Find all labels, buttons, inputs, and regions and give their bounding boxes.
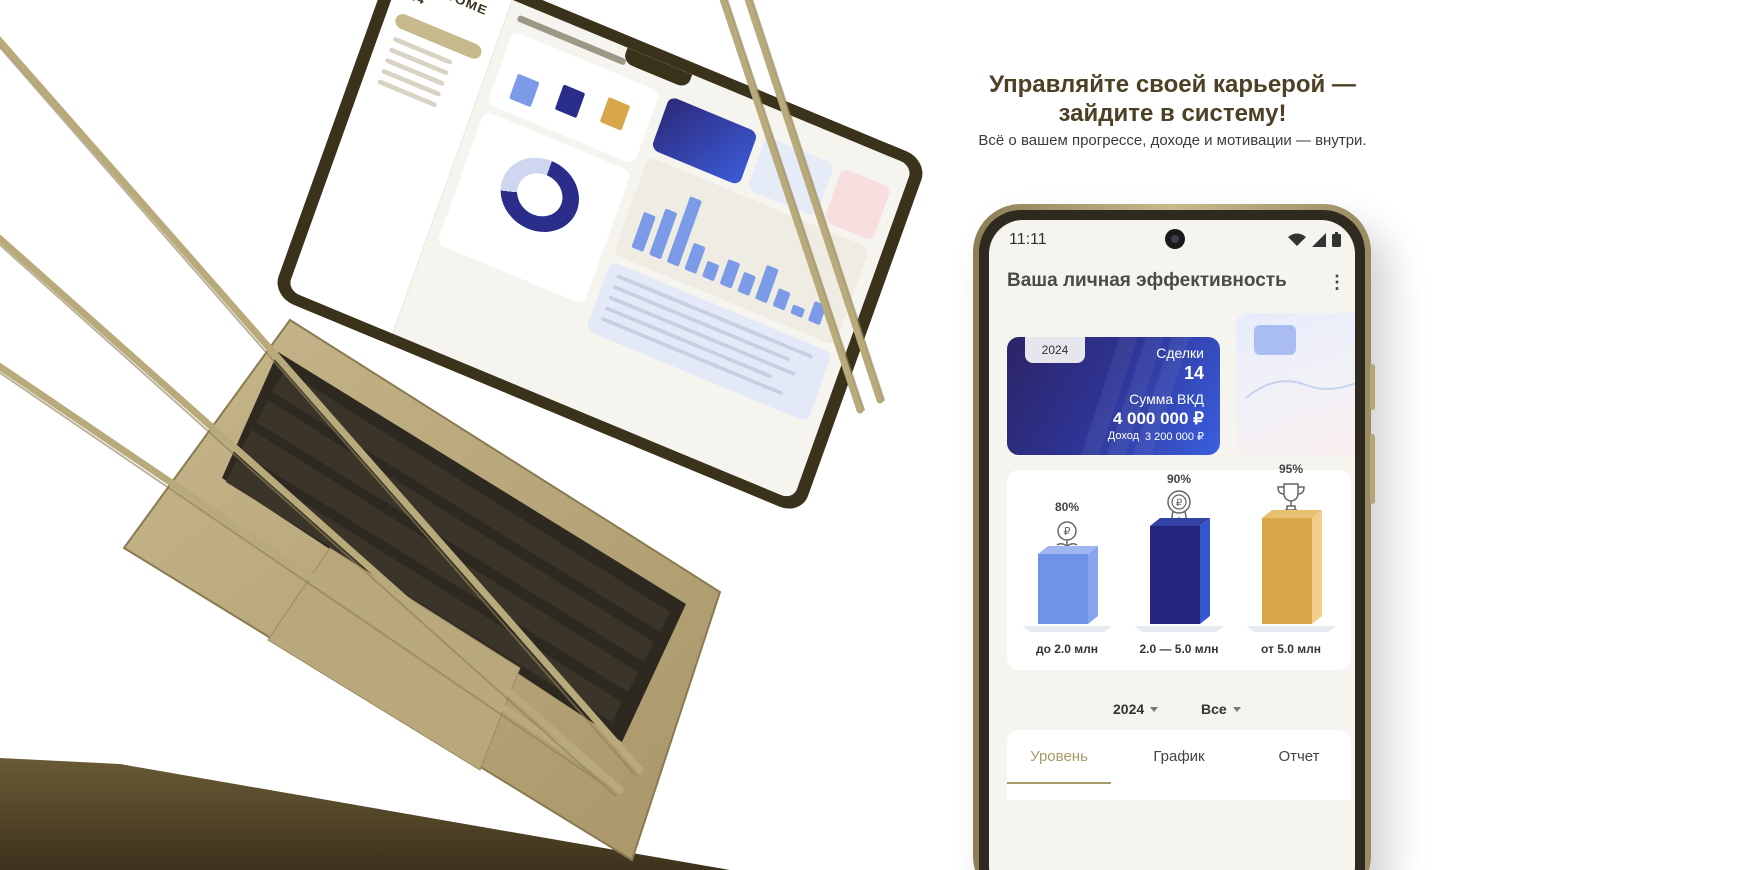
promo-headline-line1: Управляйте своей карьерой —	[989, 71, 1356, 98]
more-vertical-icon[interactable]: ⋮	[1327, 270, 1347, 294]
status-time: 11:11	[1009, 231, 1047, 248]
secondary-card[interactable]	[1236, 313, 1355, 455]
phone-side-button	[1370, 364, 1375, 410]
level-cube-gold	[1246, 510, 1336, 632]
income-label: Доход	[1107, 430, 1139, 442]
sum-label: Сумма ВКД	[1129, 391, 1204, 407]
status-icons	[1288, 232, 1341, 247]
chevron-down-icon	[1150, 706, 1159, 712]
levels-card: 80% ₽ до 2.0 млн 90% ₽ 2.0 — 5.0 млн 95%…	[1007, 462, 1351, 670]
level-label: 2.0 — 5.0 млн	[1139, 642, 1219, 656]
deals-card-year: 2024	[1025, 337, 1085, 363]
phone-mockup: 11:11 Ваша личная эффективность ⋮ 2024 С…	[973, 204, 1375, 870]
promo-headline: Управляйте своей карьерой — зайдите в си…	[980, 70, 1365, 128]
tab-bar: Уровень График Отчет	[1007, 730, 1351, 800]
scope-select[interactable]: Все	[1201, 697, 1241, 721]
level-item[interactable]: 90% ₽ 2.0 — 5.0 млн	[1124, 470, 1234, 670]
laptop-stat-card	[823, 167, 892, 242]
deals-label: Сделки	[1156, 345, 1204, 361]
level-percent: 90%	[1166, 472, 1192, 486]
level-cube-navy	[1134, 518, 1224, 632]
chevron-down-icon	[1232, 706, 1241, 712]
level-percent: 95%	[1278, 462, 1304, 476]
promo-subtitle: Всё о вашем прогрессе, доходе и мотиваци…	[978, 132, 1367, 149]
income-row: Доход 3 200 000 ₽	[1108, 430, 1204, 443]
level-cube-light	[1022, 546, 1112, 632]
filters-row: 2024 Все	[989, 697, 1355, 721]
scope-select-value: Все	[1201, 701, 1227, 717]
app-title: Ваша личная эффективность	[1007, 270, 1287, 291]
tab-chart[interactable]: График	[1127, 730, 1231, 784]
phone-side-button	[1370, 434, 1375, 504]
laptop-screen: WELCOME 24	[287, 0, 913, 500]
level-item[interactable]: 80% ₽ до 2.0 млн	[1012, 470, 1122, 670]
promo-canvas: WELCOME 24	[0, 0, 1740, 870]
promo-headline-line2: зайдите в систему!	[1058, 100, 1287, 127]
laptop-lid: WELCOME 24	[271, 0, 929, 516]
level-label: от 5.0 млн	[1260, 642, 1321, 656]
sparkline-decor	[1245, 380, 1355, 399]
battery-icon	[1332, 232, 1341, 247]
year-select[interactable]: 2024	[1113, 697, 1159, 721]
tab-level[interactable]: Уровень	[1007, 730, 1111, 784]
camera-hole	[1165, 229, 1185, 249]
deals-value: 14	[1183, 363, 1204, 383]
income-value: 3 200 000 ₽	[1145, 431, 1204, 443]
phone-screen: 11:11 Ваша личная эффективность ⋮ 2024 С…	[989, 220, 1355, 870]
laptop-donut-chart	[490, 145, 590, 245]
svg-text:₽: ₽	[1064, 526, 1071, 538]
svg-text:₽: ₽	[1176, 498, 1183, 509]
level-label: до 2.0 млн	[1035, 642, 1099, 656]
tab-report[interactable]: Отчет	[1247, 730, 1351, 784]
deals-card[interactable]: 2024 Сделки 14 Сумма ВКД 4 000 000 ₽ Дох…	[1007, 337, 1220, 455]
laptop-mockup: WELCOME 24	[0, 0, 1740, 870]
wifi-icon	[1288, 233, 1306, 246]
level-item[interactable]: 95% от 5.0 млн	[1236, 462, 1346, 670]
phone-bezel: 11:11 Ваша личная эффективность ⋮ 2024 С…	[979, 210, 1365, 870]
level-percent: 80%	[1054, 500, 1080, 514]
year-select-value: 2024	[1113, 701, 1145, 717]
sum-value: 4 000 000 ₽	[1112, 409, 1204, 428]
signal-icon	[1312, 232, 1326, 247]
